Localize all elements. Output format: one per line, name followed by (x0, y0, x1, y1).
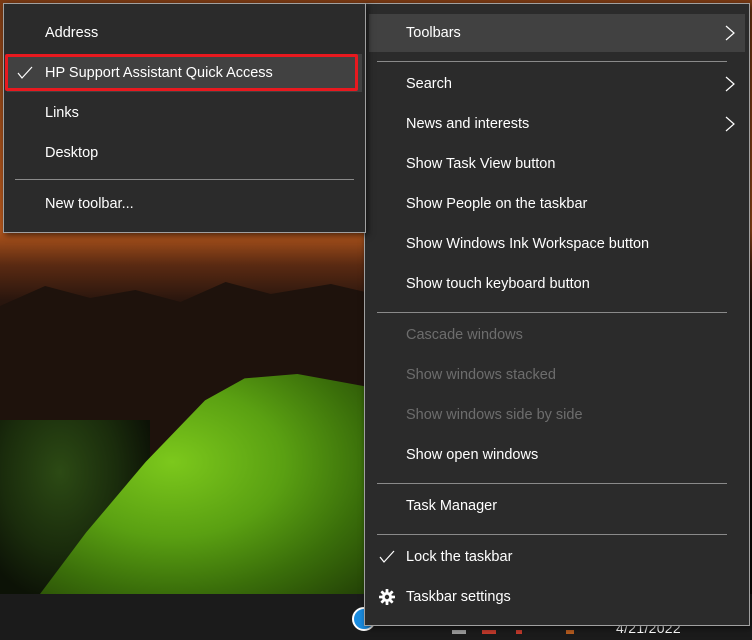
menu-item-label: Task Manager (406, 498, 498, 514)
menu-item-show-task-view-button[interactable]: Show Task View button (369, 145, 745, 183)
submenu-item-address[interactable]: Address (7, 14, 362, 52)
menu-separator (377, 483, 727, 484)
checkmark-icon (17, 66, 33, 79)
menu-item-show-windows-ink[interactable]: Show Windows Ink Workspace button (369, 225, 745, 263)
menu-item-show-open-windows[interactable]: Show open windows (369, 436, 745, 474)
chevron-right-icon (725, 25, 735, 41)
taskbar-app-icon[interactable] (452, 630, 466, 634)
menu-item-label: Show touch keyboard button (406, 276, 590, 292)
menu-item-show-people[interactable]: Show People on the taskbar (369, 185, 745, 223)
menu-item-taskbar-settings[interactable]: Taskbar settings (369, 578, 745, 616)
submenu-item-links[interactable]: Links (7, 94, 362, 132)
menu-separator (377, 534, 727, 535)
submenu-item-desktop[interactable]: Desktop (7, 134, 362, 172)
menu-separator (15, 179, 354, 180)
menu-item-label: Cascade windows (406, 327, 523, 343)
taskbar-app-icon[interactable] (516, 630, 522, 634)
menu-item-label: Lock the taskbar (406, 549, 513, 565)
checkmark-icon (379, 550, 395, 563)
menu-separator (377, 61, 727, 62)
menu-item-label: Address (45, 25, 99, 41)
toolbars-submenu: Address HP Support Assistant Quick Acces… (3, 3, 366, 233)
menu-item-label: News and interests (406, 116, 530, 132)
menu-item-news-and-interests[interactable]: News and interests (369, 105, 745, 143)
menu-item-show-touch-keyboard[interactable]: Show touch keyboard button (369, 265, 745, 303)
menu-item-show-windows-side-by-side: Show windows side by side (369, 396, 745, 434)
menu-item-label: Show Task View button (406, 156, 556, 172)
menu-item-cascade-windows: Cascade windows (369, 316, 745, 354)
menu-item-label: Show Windows Ink Workspace button (406, 236, 650, 252)
gear-icon (379, 589, 395, 605)
taskbar-context-menu: Toolbars Search News and interests Show … (364, 3, 750, 626)
menu-item-label: New toolbar... (45, 196, 134, 212)
menu-item-label: Desktop (45, 145, 99, 161)
submenu-item-hp-support-assistant[interactable]: HP Support Assistant Quick Access (7, 54, 362, 92)
menu-item-lock-the-taskbar[interactable]: Lock the taskbar (369, 538, 745, 576)
menu-item-label: Links (45, 105, 79, 121)
menu-item-label: Show windows stacked (406, 367, 556, 383)
menu-item-task-manager[interactable]: Task Manager (369, 487, 745, 525)
menu-item-label: Search (406, 76, 452, 92)
menu-item-label: Show windows side by side (406, 407, 583, 423)
menu-item-label: Show People on the taskbar (406, 196, 588, 212)
menu-item-label: Taskbar settings (406, 589, 511, 605)
menu-item-label: Show open windows (406, 447, 539, 463)
menu-item-show-windows-stacked: Show windows stacked (369, 356, 745, 394)
taskbar-app-icon[interactable] (482, 630, 496, 634)
chevron-right-icon (725, 76, 735, 92)
submenu-item-new-toolbar[interactable]: New toolbar... (7, 185, 362, 223)
chevron-right-icon (725, 116, 735, 132)
menu-item-label: HP Support Assistant Quick Access (45, 65, 273, 81)
menu-item-toolbars[interactable]: Toolbars (369, 14, 745, 52)
menu-item-search[interactable]: Search (369, 65, 745, 103)
menu-separator (377, 312, 727, 313)
taskbar-app-icon[interactable] (566, 630, 574, 634)
menu-item-label: Toolbars (406, 25, 461, 41)
